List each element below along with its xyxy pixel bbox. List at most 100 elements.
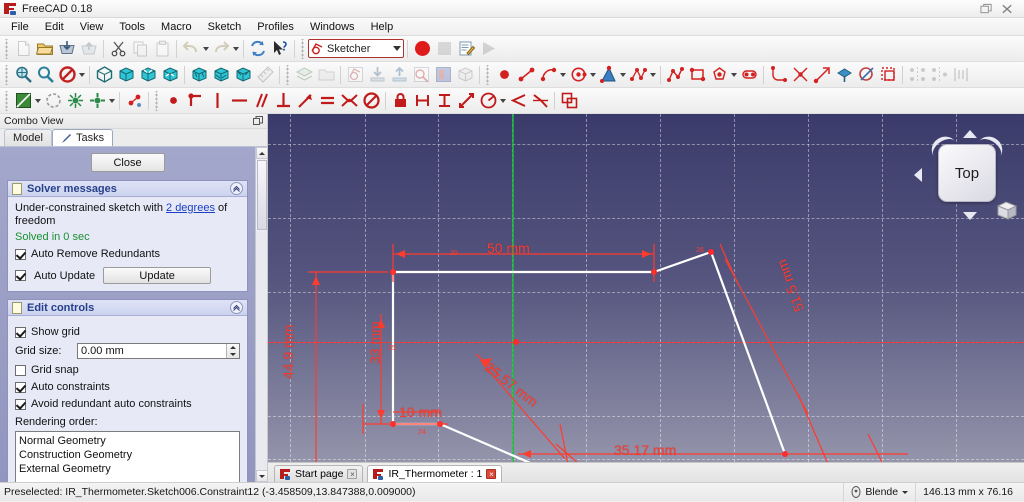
folder-button[interactable]	[315, 64, 337, 86]
view-sketch-button[interactable]	[12, 90, 34, 112]
create-circle-button[interactable]	[567, 64, 589, 86]
constrain-perpendicular-button[interactable]	[272, 90, 294, 112]
solver-messages-header[interactable]: Solver messages	[8, 181, 247, 197]
copy-button[interactable]	[129, 38, 151, 60]
dimension-label[interactable]: 35.17 mm	[614, 442, 676, 458]
create-fillet-button[interactable]	[767, 64, 789, 86]
toolbar-grip[interactable]	[485, 64, 491, 85]
draw-style-button[interactable]	[56, 64, 78, 86]
redo-dropdown-icon[interactable]	[232, 38, 240, 60]
export-sketch-button[interactable]	[388, 64, 410, 86]
undo-dropdown-icon[interactable]	[202, 38, 210, 60]
constrain-snell-button[interactable]	[529, 90, 551, 112]
redo-button[interactable]	[210, 38, 232, 60]
menu-sketch[interactable]: Sketch	[200, 20, 250, 34]
macro-record-button[interactable]	[411, 38, 433, 60]
select-elements-button[interactable]	[86, 90, 108, 112]
constrain-parallel-button[interactable]	[250, 90, 272, 112]
view-sketch-dropdown-icon[interactable]	[34, 90, 42, 112]
create-sketch-button[interactable]	[344, 64, 366, 86]
scroll-down-button[interactable]	[255, 470, 267, 482]
float-window-icon[interactable]	[253, 116, 263, 126]
constrain-point-on-object-button[interactable]	[184, 90, 206, 112]
auto-update-checkbox[interactable]	[15, 270, 26, 281]
constrain-radius-button[interactable]	[477, 90, 499, 112]
collapse-chevron-icon[interactable]	[230, 182, 243, 195]
close-icon[interactable]	[1001, 3, 1014, 15]
toolbar-grip[interactable]	[4, 90, 10, 111]
arc-dropdown-icon[interactable]	[559, 64, 567, 86]
menu-view[interactable]: View	[72, 20, 112, 34]
measure-button[interactable]	[254, 64, 276, 86]
macro-execute-button[interactable]	[477, 38, 499, 60]
dimension-label[interactable]: 50 mm	[487, 240, 530, 256]
constrain-tangent-button[interactable]	[294, 90, 316, 112]
new-document-button[interactable]	[12, 38, 34, 60]
constrain-distance-button[interactable]	[455, 90, 477, 112]
chevron-down-icon[interactable]	[902, 490, 909, 494]
right-view-button[interactable]	[159, 64, 181, 86]
navigation-cube[interactable]: Top	[914, 130, 1018, 220]
menu-macro[interactable]: Macro	[153, 20, 200, 34]
constrain-horizontal-distance-button[interactable]	[411, 90, 433, 112]
save-as-button[interactable]	[78, 38, 100, 60]
menu-windows[interactable]: Windows	[302, 20, 363, 34]
save-document-button[interactable]	[56, 38, 78, 60]
clone-geometry-button[interactable]	[877, 64, 899, 86]
constraint-number[interactable]: 26	[696, 247, 704, 254]
auto-remove-redundants-row[interactable]: Auto Remove Redundants	[15, 248, 240, 260]
menu-edit[interactable]: Edit	[37, 20, 72, 34]
view-section-sketch-button[interactable]	[42, 90, 64, 112]
refresh-button[interactable]	[247, 38, 269, 60]
auto-remove-redundants-checkbox[interactable]	[15, 248, 26, 260]
menu-file[interactable]: File	[3, 20, 37, 34]
toolbar-grip[interactable]	[285, 64, 291, 85]
collapse-chevron-icon[interactable]	[230, 301, 243, 314]
constraint-number[interactable]: 24	[418, 429, 426, 436]
scroll-up-button[interactable]	[255, 147, 267, 159]
conic-dropdown-icon[interactable]	[619, 64, 627, 86]
close-button[interactable]: Close	[90, 153, 165, 172]
constrain-horizontal-button[interactable]	[228, 90, 250, 112]
scrollbar-thumb[interactable]	[256, 160, 267, 230]
tab-start-page[interactable]: Start page ×	[274, 465, 364, 482]
macro-edit-button[interactable]	[455, 38, 477, 60]
radius-dropdown-icon[interactable]	[499, 90, 507, 112]
create-arc-button[interactable]	[537, 64, 559, 86]
menu-help[interactable]: Help	[363, 20, 402, 34]
create-point-button[interactable]	[493, 64, 515, 86]
grid-size-stepper[interactable]	[77, 343, 240, 359]
clone-array-button[interactable]	[928, 64, 950, 86]
rendering-order-list[interactable]: Normal Geometry Construction Geometry Ex…	[15, 431, 240, 482]
macro-stop-button[interactable]	[433, 38, 455, 60]
spin-down-icon[interactable]	[227, 351, 239, 358]
dimension-label[interactable]: 33 mm	[367, 321, 383, 364]
cut-button[interactable]	[107, 38, 129, 60]
symmetry-button[interactable]	[906, 64, 928, 86]
grid-snap-checkbox[interactable]	[15, 364, 26, 376]
whats-this-button[interactable]	[269, 38, 291, 60]
map-sketch-button[interactable]	[432, 64, 454, 86]
circle-dropdown-icon[interactable]	[589, 64, 597, 86]
menu-tools[interactable]: Tools	[111, 20, 153, 34]
nav-arrow-up-icon[interactable]	[963, 130, 977, 138]
create-slot-button[interactable]	[738, 64, 760, 86]
bspline-dropdown-icon[interactable]	[649, 64, 657, 86]
dimension-label[interactable]: 10 mm	[399, 404, 442, 420]
nav-small-cube-icon[interactable]	[996, 200, 1018, 220]
spin-up-icon[interactable]	[227, 344, 239, 351]
create-polyline-button[interactable]	[664, 64, 686, 86]
constrain-vertical-button[interactable]	[206, 90, 228, 112]
create-polygon-button[interactable]	[708, 64, 730, 86]
constrain-vertical-distance-button[interactable]	[433, 90, 455, 112]
rect-array-button[interactable]	[950, 64, 972, 86]
auto-constraints-checkbox[interactable]	[15, 381, 26, 393]
constraint-number[interactable]: 25	[388, 345, 396, 352]
fit-all-button[interactable]	[12, 64, 34, 86]
grid-snap-row[interactable]: Grid snap	[15, 364, 240, 376]
navigation-cube-face[interactable]: Top	[938, 144, 996, 202]
import-sketch-button[interactable]	[366, 64, 388, 86]
bottom-view-button[interactable]	[210, 64, 232, 86]
validate-sketch-button[interactable]	[123, 90, 145, 112]
select-constraints-button[interactable]	[64, 90, 86, 112]
